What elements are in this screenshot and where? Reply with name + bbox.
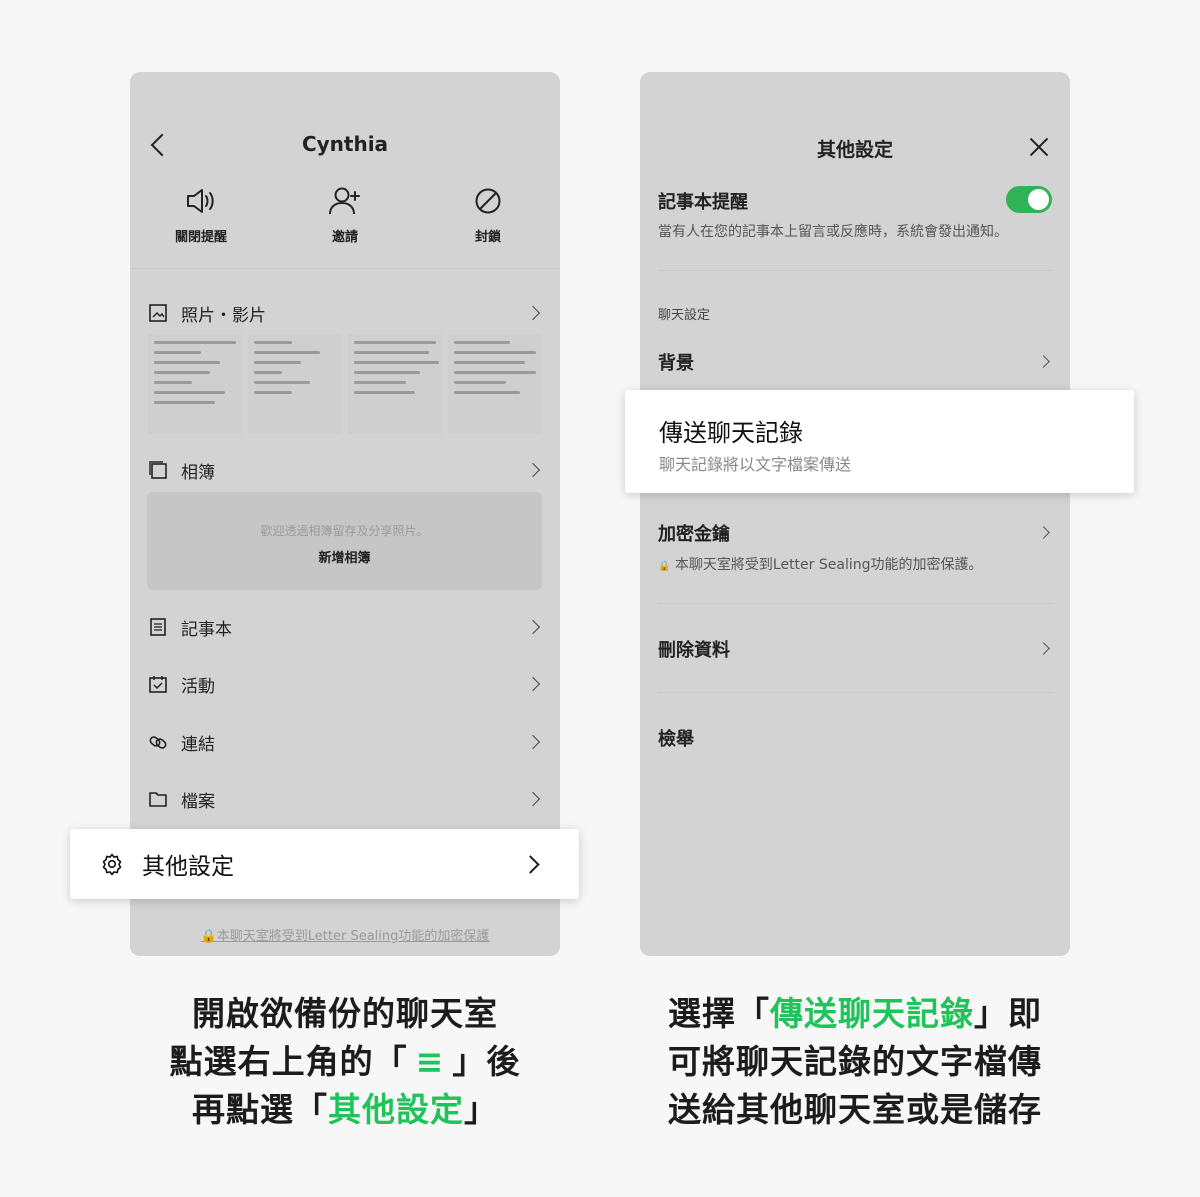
menu-photos-videos[interactable]: 照片・影片 (148, 298, 542, 328)
chat-title: Cynthia (301, 132, 389, 156)
other-settings-screen: 其他設定 記事本提醒 當有人在您的記事本上留言或反應時，系統會發出通知。 聊天設… (640, 72, 1070, 956)
report-setting[interactable]: 檢舉 (658, 725, 694, 751)
chevron-right-icon (525, 305, 541, 321)
block-icon (433, 184, 543, 218)
encryption-desc-text: 本聊天室將受到Letter Sealing功能的加密保護。 (674, 557, 983, 573)
footer-note-text: 本聊天室將受到Letter Sealing功能的加密保護 (216, 929, 490, 944)
folder-icon (148, 789, 168, 809)
menu-notes[interactable]: 記事本 (148, 612, 542, 642)
lock-icon: 🔒 (658, 561, 671, 572)
encryption-key-setting[interactable]: 加密金鑰 (658, 520, 730, 546)
note-alert-toggle[interactable] (1006, 186, 1052, 213)
caption-line: 開啟欲備份的聊天室 (192, 994, 498, 1033)
caption-text: 點選右上角的「 (169, 1042, 408, 1081)
chevron-right-icon (521, 854, 540, 874)
caption-left: 開啟欲備份的聊天室 點選右上角的「 ≡ 」後 再點選「其他設定」 (85, 990, 605, 1134)
caption-right: 選擇「傳送聊天記錄」即 可將聊天記錄的文字檔傳 送給其他聊天室或是儲存 (595, 990, 1115, 1134)
files-label: 檔案 (181, 791, 215, 812)
caption-line: 送給其他聊天室或是儲存 (668, 1090, 1042, 1129)
albums-label: 相簿 (181, 462, 215, 483)
encryption-desc: 🔒 本聊天室將受到Letter Sealing功能的加密保護。 (658, 554, 983, 574)
notes-icon (148, 617, 168, 637)
mute-notifications-button[interactable]: 關閉提醒 (146, 184, 256, 245)
album-empty-state: 歡迎透過相簿留存及分享照片。 新增相簿 (147, 492, 542, 590)
divider (658, 603, 1052, 604)
toggle-knob (1028, 189, 1049, 210)
invite-button[interactable]: 邀請 (290, 184, 400, 245)
notes-label: 記事本 (181, 619, 232, 640)
caption-highlight: 傳送聊天記錄 (770, 994, 974, 1033)
caption-text: 再點選「 (192, 1090, 328, 1129)
menu-albums[interactable]: 相簿 (148, 455, 542, 485)
events-label: 活動 (181, 676, 215, 697)
other-settings-label: 其他設定 (142, 854, 234, 880)
album-hint: 歡迎透過相簿留存及分享照片。 (260, 524, 429, 538)
caption-line: 點選右上角的「 ≡ 」後 (85, 1038, 605, 1086)
caption-highlight: 其他設定 (328, 1090, 464, 1129)
lock-icon: 🔒 (200, 929, 217, 944)
media-thumbnails (148, 334, 542, 434)
album-icon (148, 460, 168, 480)
chevron-right-icon (525, 791, 541, 807)
chevron-right-icon (1037, 526, 1050, 539)
caption-text: 」即 (974, 994, 1042, 1033)
media-thumbnail[interactable] (448, 334, 542, 434)
add-album-button[interactable]: 新增相簿 (147, 547, 542, 566)
note-alert-desc: 當有人在您的記事本上留言或反應時，系統會發出通知。 (658, 224, 1008, 240)
section-chat-settings: 聊天設定 (658, 308, 711, 323)
send-chat-history-row[interactable]: 傳送聊天記錄 聊天記錄將以文字檔案傳送 (625, 390, 1134, 493)
chat-info-screen: Cynthia 關閉提醒 邀請 封鎖 照片・影片 相簿 歡迎透過相簿留存及分享照… (130, 72, 560, 956)
caption-text: 選擇「 (668, 994, 770, 1033)
chevron-right-icon (525, 462, 541, 478)
media-thumbnail[interactable] (348, 334, 442, 434)
photos-videos-label: 照片・影片 (181, 305, 266, 326)
divider (658, 692, 1052, 693)
send-chat-history-label: 傳送聊天記錄 (659, 419, 803, 447)
send-chat-history-desc: 聊天記錄將以文字檔案傳送 (659, 455, 852, 474)
delete-data-setting[interactable]: 刪除資料 (658, 636, 730, 662)
link-icon (148, 732, 168, 752)
photo-icon (148, 303, 168, 323)
caption-text: 」 (464, 1090, 498, 1129)
gear-icon (100, 852, 124, 876)
chevron-right-icon (525, 619, 541, 635)
menu-icon: ≡ (415, 1042, 445, 1081)
caption-line: 可將聊天記錄的文字檔傳 (668, 1042, 1042, 1081)
menu-links[interactable]: 連結 (148, 727, 542, 757)
chevron-right-icon (525, 734, 541, 750)
caption-text: 」後 (452, 1042, 521, 1081)
links-label: 連結 (181, 734, 215, 755)
chevron-right-icon (525, 676, 541, 692)
calendar-icon (148, 674, 168, 694)
menu-files[interactable]: 檔案 (148, 784, 542, 814)
chevron-right-icon (1037, 642, 1050, 655)
other-settings-row[interactable]: 其他設定 (70, 829, 579, 899)
settings-title: 其他設定 (816, 139, 893, 161)
divider (130, 268, 560, 269)
media-thumbnail[interactable] (248, 334, 342, 434)
chevron-right-icon (1037, 355, 1050, 368)
encryption-footer-link[interactable]: 🔒本聊天室將受到Letter Sealing功能的加密保護 (130, 925, 560, 944)
divider (658, 270, 1052, 271)
caption-line: 選擇「傳送聊天記錄」即 (595, 990, 1115, 1038)
speaker-icon (146, 184, 256, 218)
note-alert-label: 記事本提醒 (658, 192, 748, 213)
menu-events[interactable]: 活動 (148, 669, 542, 699)
caption-line: 再點選「其他設定」 (85, 1086, 605, 1134)
block-button[interactable]: 封鎖 (433, 184, 543, 245)
block-label: 封鎖 (474, 230, 501, 245)
mute-label: 關閉提醒 (174, 230, 227, 245)
invite-label: 邀請 (331, 230, 358, 245)
background-setting[interactable]: 背景 (658, 349, 694, 375)
media-thumbnail[interactable] (148, 334, 242, 434)
add-user-icon (290, 184, 400, 218)
close-icon[interactable] (1028, 136, 1050, 158)
